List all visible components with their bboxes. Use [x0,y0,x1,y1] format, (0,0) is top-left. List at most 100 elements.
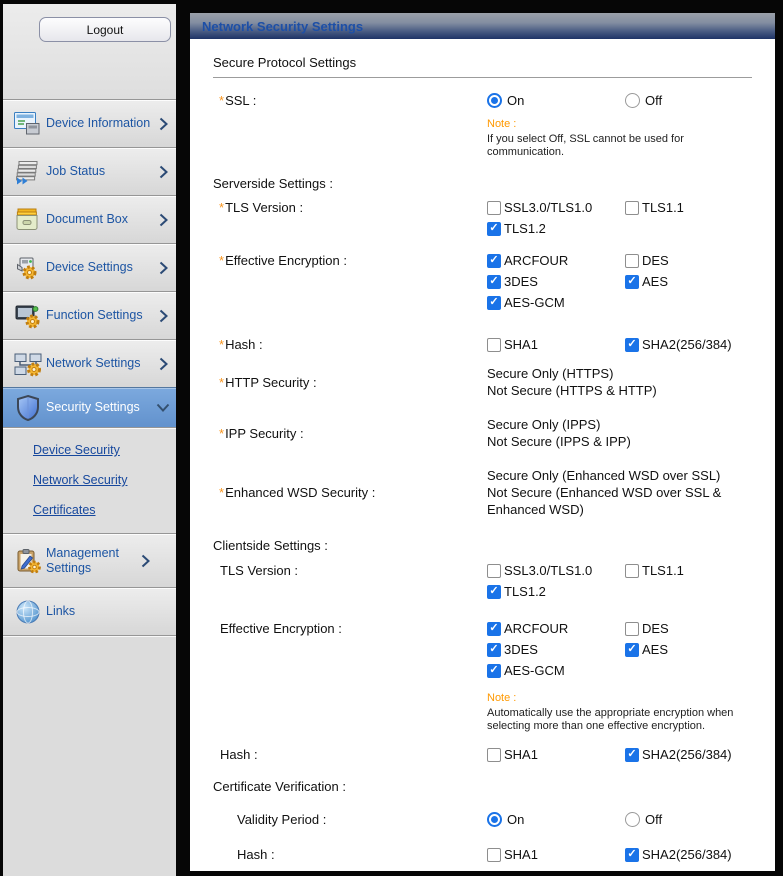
checkbox[interactable] [625,338,639,352]
checkbox-option[interactable]: AES [625,274,752,289]
checkbox[interactable] [625,201,639,215]
checkbox[interactable] [487,564,501,578]
ssl-on-option[interactable]: On [487,93,625,108]
checkbox-option[interactable]: SSL3.0/TLS1.0 [487,563,625,578]
checkbox-option[interactable]: ARCFOUR [487,253,625,268]
sidebar-item-device-settings[interactable]: Device Settings [3,243,176,291]
ssl-off-option[interactable]: Off [625,93,752,108]
checkbox[interactable] [625,275,639,289]
checkbox-label: TLS1.1 [642,563,684,578]
checkbox-option[interactable]: DES [625,253,752,268]
checkbox[interactable] [487,222,501,236]
submenu-link-network-security[interactable]: Network Security [3,465,176,495]
device-information-icon [12,110,43,138]
validity-on-option[interactable]: On [487,812,625,827]
section-divider [213,77,752,78]
sidebar-filler [3,635,176,876]
checkbox[interactable] [487,338,501,352]
checkbox[interactable] [487,643,501,657]
sidebar-item-function-settings[interactable]: Function Settings [3,291,176,339]
sidebar-item-links[interactable]: Links [3,587,176,635]
checkbox-label: SHA1 [504,747,538,762]
sidebar-item-device-information[interactable]: Device Information [3,99,176,147]
checkbox[interactable] [625,748,639,762]
checkbox[interactable] [625,622,639,636]
serverside-hash-row: *Hash : SHA1 SHA2(256/384) [213,337,752,352]
checkbox-option[interactable]: SSL3.0/TLS1.0 [487,200,625,215]
chevron-right-icon [156,309,170,323]
checkbox[interactable] [487,748,501,762]
sidebar-item-security-settings[interactable]: Security Settings [3,387,176,427]
checkbox-option[interactable]: TLS1.1 [625,563,752,578]
radio-label: On [507,93,524,108]
submenu-link-certificates[interactable]: Certificates [3,495,176,525]
checkbox-option[interactable]: SHA2(256/384) [625,337,752,352]
checkbox[interactable] [487,848,501,862]
ssl-on-radio[interactable] [487,93,502,108]
sidebar: Logout Device Information [3,4,176,876]
sidebar-item-management-settings[interactable]: Management Settings [3,533,176,587]
required-mark: * [219,93,224,108]
checkbox-label: AES-GCM [504,295,565,310]
checkbox-option[interactable]: TLS1.2 [487,221,625,236]
clientside-tls-row: TLS Version : SSL3.0/TLS1.0 TLS1.1 [213,563,752,599]
validity-on-radio[interactable] [487,812,502,827]
required-mark: * [219,337,224,352]
checkbox[interactable] [625,564,639,578]
checkbox-option[interactable]: AES-GCM [487,663,625,678]
checkbox-label: AES-GCM [504,663,565,678]
checkbox[interactable] [487,585,501,599]
checkbox-option[interactable]: DES [625,621,752,636]
checkbox-option[interactable]: SHA2(256/384) [625,747,752,762]
submenu-link-device-security[interactable]: Device Security [3,435,176,465]
checkbox-option[interactable]: AES-GCM [487,295,625,310]
checkbox[interactable] [487,622,501,636]
chevron-right-icon [156,165,170,179]
sidebar-item-network-settings[interactable]: Network Settings [3,339,176,387]
checkbox-label: SHA2(256/384) [642,847,732,862]
chevron-right-icon [156,213,170,227]
checkbox[interactable] [625,848,639,862]
checkbox-option[interactable]: 3DES [487,642,625,657]
checkbox-option[interactable]: ARCFOUR [487,621,625,636]
checkbox-label: SHA1 [504,847,538,862]
required-mark: * [219,375,224,390]
validity-off-option[interactable]: Off [625,812,752,827]
sidebar-item-label: Device Information [46,116,156,131]
checkbox-option[interactable]: SHA1 [487,747,625,762]
effective-encryption-label: *Effective Encryption : [213,253,487,268]
serverside-tls-row: *TLS Version : SSL3.0/TLS1.0 TLS1.1 [213,200,752,236]
validity-period-row: Validity Period : On Off [213,812,752,827]
radio-label: Off [645,812,662,827]
checkbox-label: AES [642,274,668,289]
checkbox-option[interactable]: AES [625,642,752,657]
logout-button[interactable]: Logout [39,17,171,42]
ssl-off-radio[interactable] [625,93,640,108]
checkbox-option[interactable]: TLS1.1 [625,200,752,215]
validity-period-label: Validity Period : [213,812,487,827]
checkbox[interactable] [487,275,501,289]
sidebar-item-job-status[interactable]: Job Status [3,147,176,195]
note-title: Note : [487,118,752,130]
checkbox[interactable] [487,254,501,268]
checkbox-option[interactable]: TLS1.2 [487,584,625,599]
checkbox-option[interactable]: SHA1 [487,847,625,862]
checkbox[interactable] [625,643,639,657]
sidebar-item-label: Function Settings [46,308,156,323]
security-submenu: Device Security Network Security Certifi… [3,427,176,533]
checkbox-option[interactable]: SHA1 [487,337,625,352]
checkbox[interactable] [487,664,501,678]
checkbox[interactable] [487,296,501,310]
ssl-label: *SSL : [213,93,487,108]
checkbox[interactable] [625,254,639,268]
validity-off-radio[interactable] [625,812,640,827]
checkbox-option[interactable]: 3DES [487,274,625,289]
checkbox-label: AES [642,642,668,657]
checkbox[interactable] [487,201,501,215]
checkbox-option[interactable]: SHA2(256/384) [625,847,752,862]
checkbox-label: SSL3.0/TLS1.0 [504,563,592,578]
ssl-row: *SSL : On Off [213,93,752,108]
sidebar-item-document-box[interactable]: Document Box [3,195,176,243]
serverside-heading: Serverside Settings : [213,176,752,191]
note-title: Note : [487,692,752,704]
